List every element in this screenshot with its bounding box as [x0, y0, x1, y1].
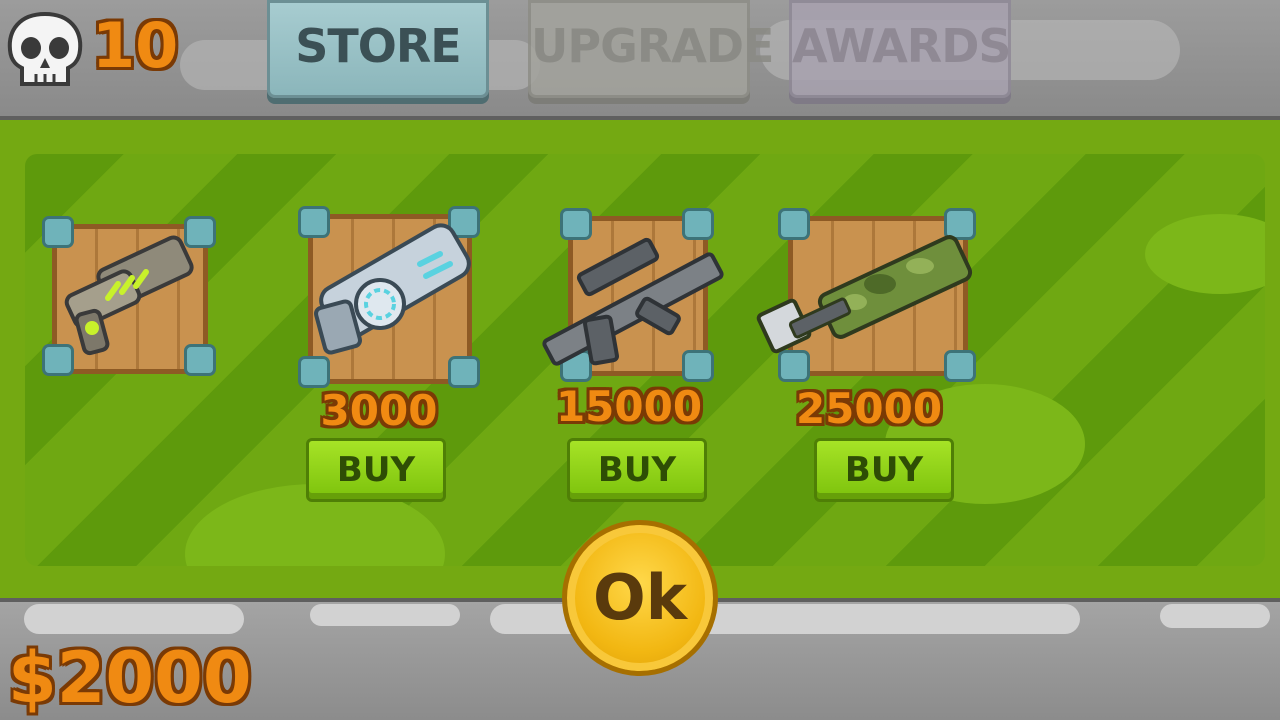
- skull-icon: [4, 10, 86, 90]
- item-price: 25000: [795, 384, 943, 433]
- plasma-cannon-icon: [314, 223, 471, 355]
- tab-store[interactable]: STORE: [267, 0, 489, 98]
- rock-texture: [1160, 604, 1270, 628]
- buy-button[interactable]: BUY: [814, 438, 954, 502]
- rock-texture: [310, 604, 460, 626]
- green-blaster-pistol-icon: [64, 235, 194, 356]
- buy-button[interactable]: BUY: [306, 438, 446, 502]
- item-price: 15000: [555, 382, 703, 431]
- slime-blob: [1145, 214, 1265, 294]
- tab-awards[interactable]: AWARDS: [789, 0, 1012, 98]
- money-balance: $2000: [8, 637, 252, 719]
- tab-upgrade[interactable]: UPGRADE: [528, 0, 774, 98]
- buy-button[interactable]: BUY: [567, 438, 707, 502]
- rock-texture: [24, 604, 244, 634]
- assault-rifle-icon: [542, 237, 724, 366]
- item-price: 3000: [320, 386, 438, 435]
- camo-rocket-launcher-icon: [756, 235, 973, 354]
- kill-counter: 10: [92, 9, 179, 82]
- ok-button[interactable]: Ok: [562, 520, 718, 676]
